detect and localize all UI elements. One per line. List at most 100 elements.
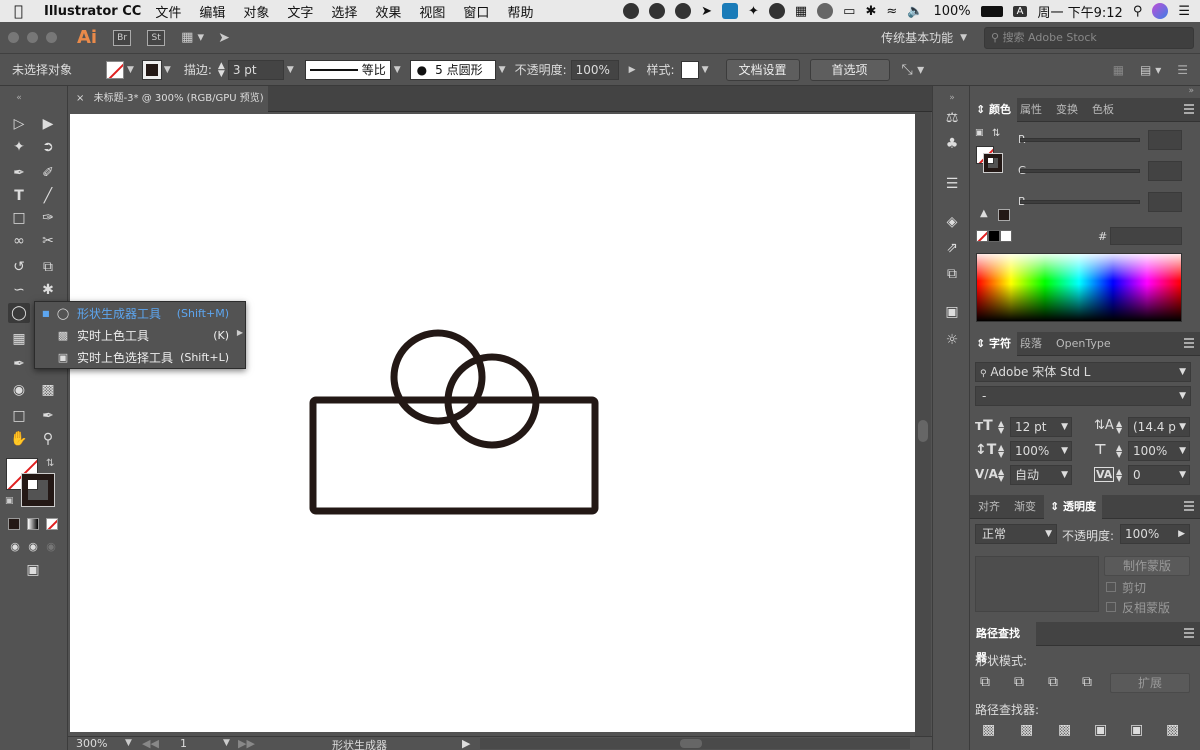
close-tab-icon[interactable]: × [76,93,84,104]
black-swatch[interactable] [988,230,1000,242]
column-graph-tool-icon[interactable]: ▩ [37,380,59,400]
export-icon[interactable]: ⇗ [942,238,962,258]
mask-thumbnail[interactable] [975,556,1099,612]
wifi-icon[interactable]: ≈ [886,4,897,19]
horizontal-scale-input[interactable]: 100% ▼ [1128,441,1190,461]
kerning-stepper[interactable]: ▲ ▼ [998,468,1004,483]
preferences-button[interactable]: 首选项 [809,58,890,81]
tab-character[interactable]: ⇕ 字符 [970,332,1018,356]
scale-tool-icon[interactable]: ⧉ [37,257,59,277]
appearance-icon[interactable]: ☼ [942,330,962,350]
send-icon[interactable]: ➤ [701,4,712,19]
puppet-warp-tool-icon[interactable]: ✱ [37,280,59,300]
battery-icon[interactable] [980,5,1003,17]
stock-button[interactable]: St [147,29,166,46]
invert-mask-checkbox[interactable] [1106,602,1116,612]
horizontal-scale-stepper[interactable]: ▲ ▼ [1116,444,1122,459]
stroke-color-box[interactable] [21,473,55,507]
channel-g-slider[interactable] [1020,169,1140,173]
font-style-select[interactable]: - ▼ [975,386,1191,406]
menu-edit[interactable]: 编辑 [199,2,225,21]
grid-icon[interactable]: ▦ [795,4,807,19]
arrange-documents-icon[interactable]: ▦ ▾ [181,30,204,45]
default-colors-icon[interactable]: ▣ [975,128,984,138]
curvature-tool-icon[interactable]: ✐ [37,163,59,183]
bluetooth-icon[interactable]: ✱ [865,4,876,19]
shaper-tool-icon[interactable]: ∞ [8,231,30,251]
stroke-weight-input[interactable]: 3 pt [227,59,284,80]
unite-icon[interactable]: ⧉ [980,674,990,690]
style-label[interactable]: 样式: [647,61,675,78]
wechat-icon[interactable] [649,3,666,19]
asset-export-icon[interactable]: ▣ [942,302,962,322]
document-tab[interactable]: × 未标题-3* @ 300% (RGB/GPU 预览) [68,86,268,112]
tracking-stepper[interactable]: ▲ ▼ [1116,468,1122,483]
rectangle-tool-icon[interactable]: □ [8,208,30,228]
symbols-icon[interactable]: ⚖ [942,108,962,128]
color-spectrum[interactable] [976,253,1182,322]
chevron-down-icon[interactable]: ▼ [287,65,294,75]
app-menu[interactable]: Illustrator CC [44,4,141,19]
white-swatch[interactable] [1000,230,1012,242]
artboard-nav-last-icon[interactable]: ▶▶ [238,737,255,750]
document-setup-button[interactable]: 文档设置 [725,58,800,81]
divide-icon[interactable]: ▩ [982,722,995,738]
flyout-tearoff-icon[interactable]: ▶ [237,328,243,337]
paintbrush-tool-icon[interactable]: ✑ [37,208,59,228]
cloud-icon[interactable] [768,3,785,19]
brush-definition[interactable]: ● 5 点圆形 [409,59,496,80]
chevron-down-icon[interactable]: ▼ [394,65,401,75]
draw-inside-icon[interactable]: ◉ [40,537,62,557]
timemachine-icon[interactable] [817,3,834,19]
layers-icon[interactable]: ◈ [942,212,962,232]
transparency-opacity-input[interactable]: 100% ▶ [1120,524,1190,544]
variable-width-profile[interactable]: 等比 [304,59,391,80]
align-icon[interactable]: ▦ [1113,63,1124,77]
artboards-icon[interactable]: ⧉ [942,264,962,284]
menu-window[interactable]: 窗口 [463,2,489,21]
last-color-swatch[interactable] [998,209,1010,221]
color-panel-stroke-box[interactable] [983,153,1003,173]
flyout-live-paint-bucket[interactable]: ▩ 实时上色工具 (K) [35,325,245,347]
screen-mode-icon[interactable]: ▣ [22,560,44,580]
exclude-icon[interactable]: ⧉ [1082,674,1092,690]
opacity-input[interactable]: 100% [570,59,619,80]
scissors-tool-icon[interactable]: ✂ [37,231,59,251]
chevron-down-icon[interactable]: ▼ [702,65,709,75]
blend-mode-select[interactable]: 正常 ▼ [975,524,1057,544]
distribute-icon[interactable]: ▤ ▾ [1140,63,1161,77]
tab-transform[interactable]: 变换 [1050,98,1084,122]
bridge-button[interactable]: Br [113,29,132,46]
width-tool-icon[interactable]: ∽ [8,280,30,300]
swap-colors-icon[interactable]: ⇅ [992,128,1000,139]
leading-input[interactable]: (14.4 p ▼ [1128,417,1190,437]
window-zoom-button[interactable] [46,32,57,43]
menu-select[interactable]: 选择 [331,2,357,21]
eyedropper-tool-icon[interactable]: ✒ [8,354,30,374]
stroke-swatch[interactable] [141,59,162,80]
shape-builder-tool-icon[interactable]: ◯ [8,303,30,323]
menu-object[interactable]: 对象 [243,2,269,21]
direct-selection-tool-icon[interactable]: ▶ [37,114,59,134]
swap-fill-stroke-icon[interactable]: ⇅ [46,458,54,469]
trim-icon[interactable]: ▩ [1020,722,1033,738]
menu-type[interactable]: 文字 [287,2,313,21]
menu-file[interactable]: 文件 [155,2,181,21]
artboard-tool-icon[interactable]: □ [8,406,30,426]
kerning-input[interactable]: 自动 ▼ [1010,465,1072,485]
default-fill-stroke-icon[interactable]: ▣ [5,496,14,506]
menu-view[interactable]: 视图 [419,2,445,21]
pen-tool-icon[interactable]: ✒ [8,163,30,183]
recolor-icon[interactable]: ⤡ ▾ [902,62,925,78]
stroke-stepper[interactable]: ▲ ▼ [218,61,225,78]
line-tool-icon[interactable]: ╱ [37,186,59,206]
vertical-scale-stepper[interactable]: ▲ ▼ [998,444,1004,459]
status-app-icon[interactable] [623,3,640,19]
vertical-scrollbar[interactable] [915,112,931,736]
stroke-panel-icon[interactable]: ☰ [942,174,962,194]
none-swatch[interactable] [976,230,988,242]
style-swatch[interactable] [680,60,699,79]
hex-input[interactable] [1110,227,1182,245]
panel-menu-icon[interactable] [1184,104,1194,114]
collapse-toolbar-icon[interactable]: « [8,88,30,108]
